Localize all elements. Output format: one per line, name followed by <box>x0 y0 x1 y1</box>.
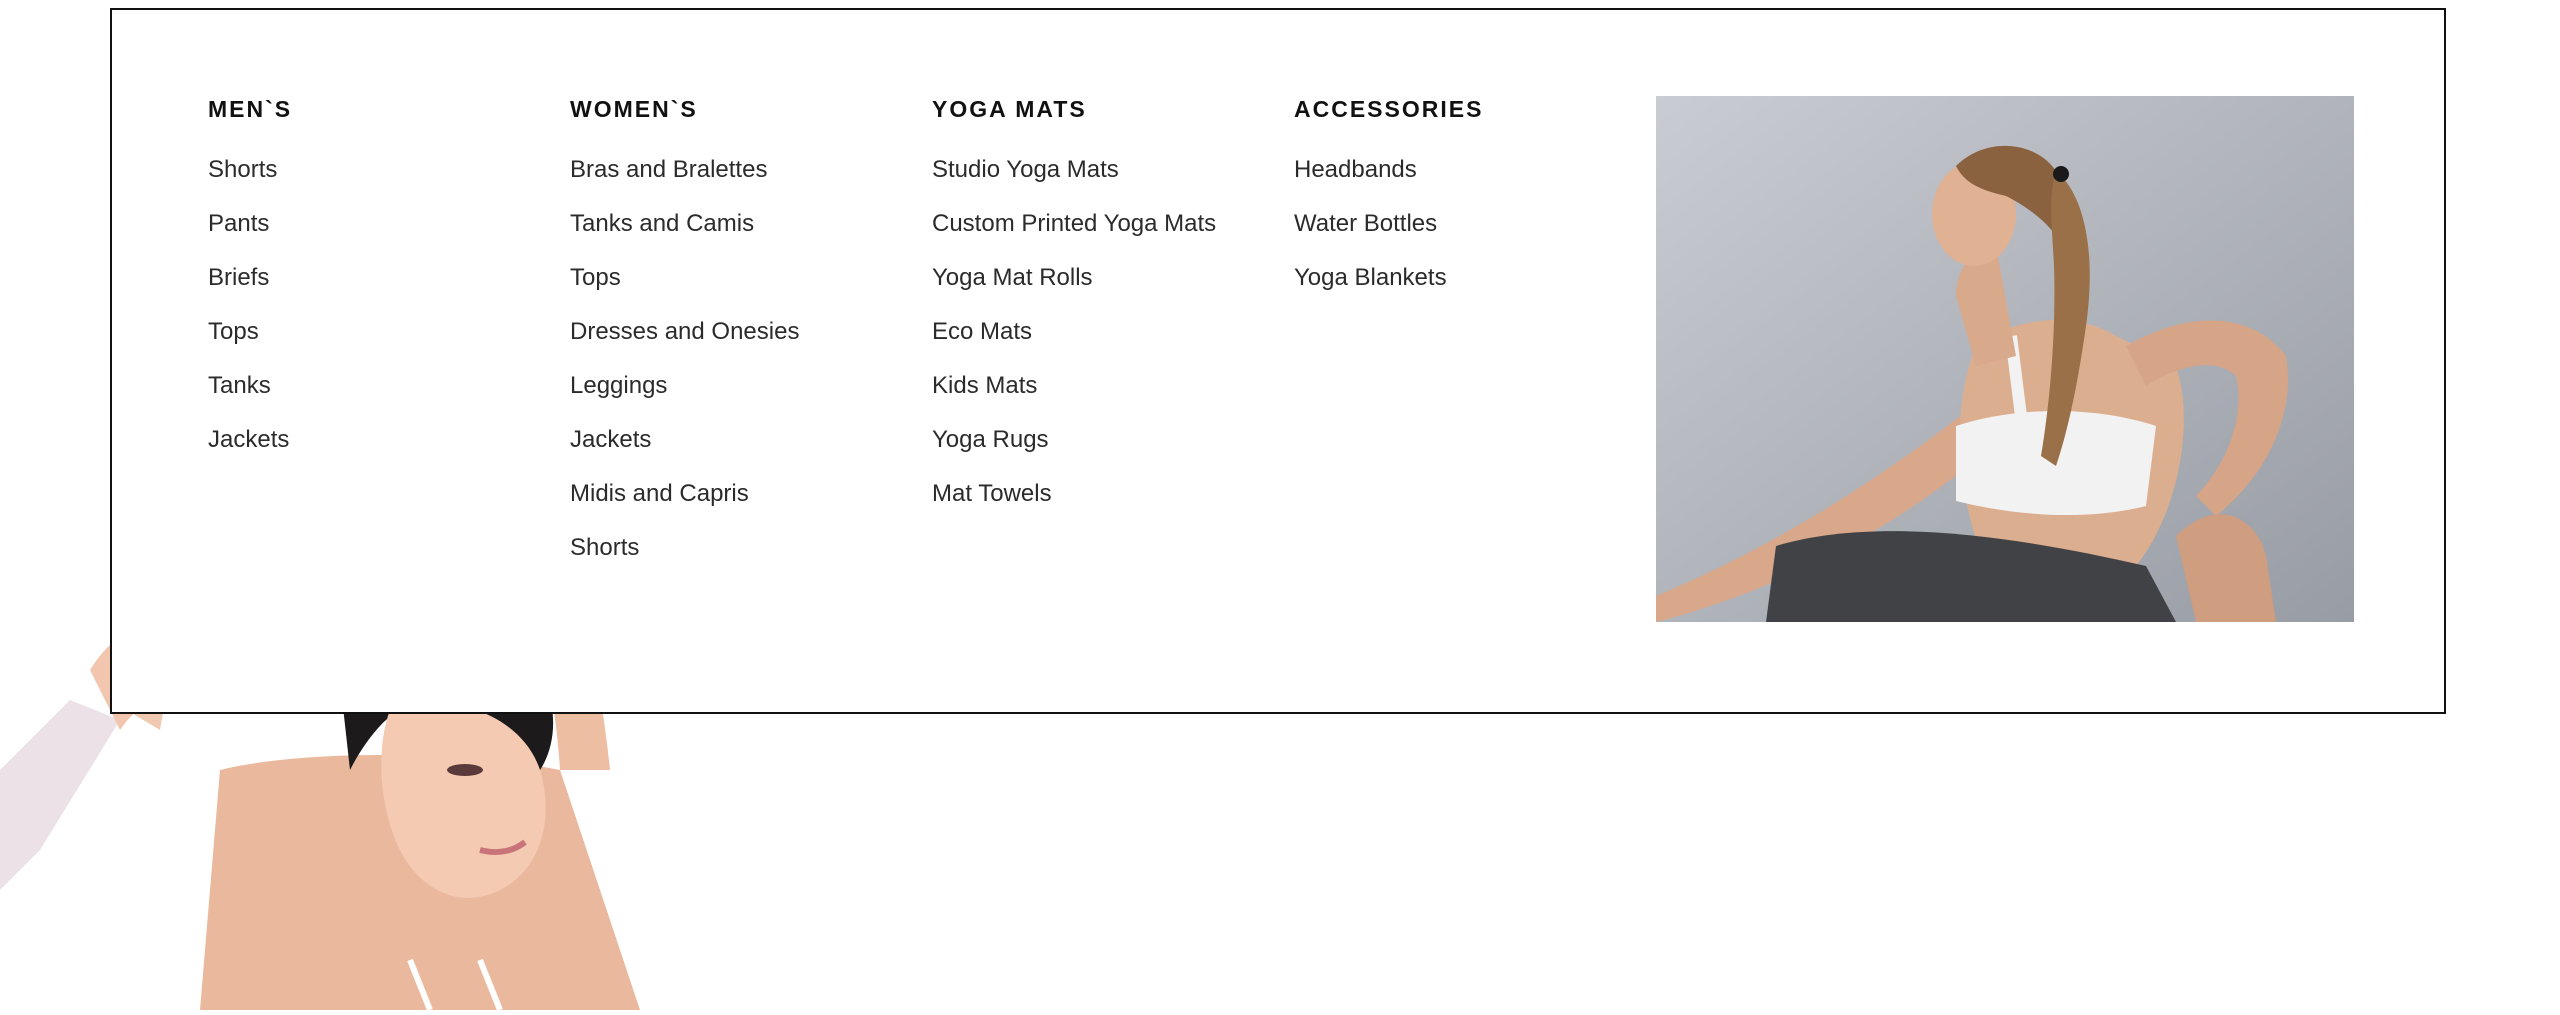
menu-item[interactable]: Dresses and Onesies <box>570 312 910 366</box>
menu-column-yoga-mats: YOGA MATS Studio Yoga Mats Custom Printe… <box>932 94 1272 528</box>
menu-item[interactable]: Tanks and Camis <box>570 204 910 258</box>
menu-item[interactable]: Kids Mats <box>932 366 1272 420</box>
menu-item[interactable]: Tanks <box>208 366 548 420</box>
menu-item[interactable]: Yoga Blankets <box>1294 258 1634 312</box>
menu-column-womens: WOMEN`S Bras and Bralettes Tanks and Cam… <box>570 94 910 582</box>
menu-column-mens: MEN`S Shorts Pants Briefs Tops Tanks Jac… <box>208 94 548 474</box>
menu-item[interactable]: Yoga Mat Rolls <box>932 258 1272 312</box>
menu-item[interactable]: Shorts <box>570 528 910 582</box>
menu-column-accessories: ACCESSORIES Headbands Water Bottles Yoga… <box>1294 94 1634 312</box>
menu-item[interactable]: Leggings <box>570 366 910 420</box>
column-heading[interactable]: ACCESSORIES <box>1294 94 1634 150</box>
menu-list: Headbands Water Bottles Yoga Blankets <box>1294 150 1634 312</box>
featured-promo-image[interactable] <box>1656 96 2354 622</box>
menu-item[interactable]: Briefs <box>208 258 548 312</box>
yoga-pose-photo-icon <box>1656 96 2354 622</box>
menu-item[interactable]: Studio Yoga Mats <box>932 150 1272 204</box>
menu-item[interactable]: Yoga Rugs <box>932 420 1272 474</box>
menu-item[interactable]: Headbands <box>1294 150 1634 204</box>
menu-item[interactable]: Midis and Capris <box>570 474 910 528</box>
menu-item[interactable]: Shorts <box>208 150 548 204</box>
column-heading[interactable]: MEN`S <box>208 94 548 150</box>
menu-item[interactable]: Jackets <box>208 420 548 474</box>
menu-item[interactable]: Tops <box>570 258 910 312</box>
menu-list: Bras and Bralettes Tanks and Camis Tops … <box>570 150 910 582</box>
column-heading[interactable]: WOMEN`S <box>570 94 910 150</box>
column-heading[interactable]: YOGA MATS <box>932 94 1272 150</box>
menu-item[interactable]: Jackets <box>570 420 910 474</box>
menu-item[interactable]: Custom Printed Yoga Mats <box>932 204 1272 258</box>
menu-item[interactable]: Bras and Bralettes <box>570 150 910 204</box>
menu-item[interactable]: Tops <box>208 312 548 366</box>
menu-item[interactable]: Eco Mats <box>932 312 1272 366</box>
menu-list: Studio Yoga Mats Custom Printed Yoga Mat… <box>932 150 1272 528</box>
mega-menu-dropdown: MEN`S Shorts Pants Briefs Tops Tanks Jac… <box>110 8 2446 714</box>
menu-item[interactable]: Mat Towels <box>932 474 1272 528</box>
menu-item[interactable]: Pants <box>208 204 548 258</box>
menu-item[interactable]: Water Bottles <box>1294 204 1634 258</box>
menu-list: Shorts Pants Briefs Tops Tanks Jackets <box>208 150 548 474</box>
